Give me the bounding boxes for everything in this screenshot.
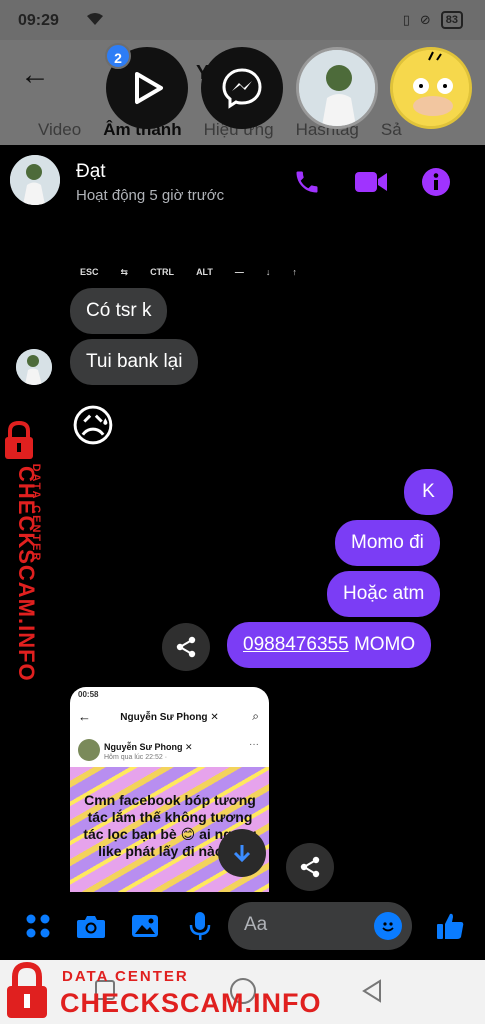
key-tab[interactable]: ⇆ bbox=[121, 267, 129, 278]
microphone-icon[interactable] bbox=[182, 908, 218, 944]
keyboard-shortcut-row: ESC ⇆ CTRL ALT — ↓ ↑ bbox=[80, 267, 319, 278]
key-alt[interactable]: ALT bbox=[196, 267, 213, 278]
status-icons: ▯ ⊘ 83 bbox=[403, 11, 463, 29]
contact-avatar[interactable] bbox=[10, 155, 60, 205]
contact-status: Hoạt động 5 giờ trước bbox=[76, 187, 225, 204]
scroll-to-bottom-button[interactable] bbox=[218, 829, 266, 877]
phone-number-link[interactable]: 0988476355 bbox=[243, 634, 349, 655]
watermark-small-text: DATA CENTER bbox=[62, 968, 189, 985]
apps-grid-icon[interactable] bbox=[20, 908, 56, 944]
message-composer: Aa bbox=[0, 898, 485, 956]
phone-call-icon[interactable] bbox=[290, 165, 324, 199]
chat-head-badge: 2 bbox=[105, 43, 131, 69]
message-input-placeholder: Aa bbox=[244, 914, 268, 935]
contact-name[interactable]: Đạt bbox=[76, 161, 106, 183]
key-ctrl[interactable]: CTRL bbox=[150, 267, 174, 278]
info-icon[interactable] bbox=[419, 165, 453, 199]
chat-head-duck-avatar[interactable] bbox=[390, 47, 472, 129]
outgoing-message[interactable]: K bbox=[404, 469, 453, 515]
key-dash[interactable]: — bbox=[235, 267, 244, 278]
messenger-icon bbox=[222, 68, 262, 109]
image-more-icon: ··· bbox=[249, 739, 259, 750]
image-status-time: 00:58 bbox=[78, 690, 99, 699]
outgoing-message[interactable]: Hoặc atm bbox=[327, 571, 441, 617]
share-button[interactable] bbox=[162, 623, 210, 671]
emoji-icon[interactable] bbox=[374, 912, 402, 940]
gallery-icon[interactable] bbox=[127, 908, 163, 944]
image-page-title: Nguyễn Sư Phong ✕ bbox=[120, 712, 219, 723]
image-poster-avatar bbox=[78, 739, 100, 761]
key-up[interactable]: ↑ bbox=[292, 267, 297, 278]
back-arrow-icon[interactable]: ← bbox=[20, 58, 50, 92]
share-icon bbox=[176, 636, 196, 658]
share-icon bbox=[300, 856, 320, 878]
image-post-time: Hôm qua lúc 22:52 · bbox=[104, 754, 168, 761]
tab-video[interactable]: Video bbox=[38, 120, 81, 140]
chat-head-contact-avatar[interactable] bbox=[296, 47, 378, 129]
key-down[interactable]: ↓ bbox=[266, 267, 271, 278]
vibrate-icon: ▯ bbox=[402, 12, 410, 27]
watermark-big-text: CHECKSCAM.INFO bbox=[14, 466, 39, 682]
camera-icon[interactable] bbox=[73, 908, 109, 944]
incoming-emoji-message[interactable]: 😥 bbox=[70, 401, 116, 453]
incoming-message[interactable]: Tui bank lại bbox=[70, 339, 199, 385]
tab-more[interactable]: Sả bbox=[381, 120, 402, 140]
incoming-message[interactable]: Có tsr k bbox=[70, 288, 168, 334]
status-bar: 09:29 ▯ ⊘ 83 bbox=[0, 0, 485, 40]
image-search-icon: ⌕ bbox=[252, 709, 259, 723]
key-esc[interactable]: ESC bbox=[80, 267, 99, 278]
outgoing-message[interactable]: Momo đi bbox=[335, 520, 440, 566]
contact-avatar-image bbox=[10, 155, 60, 205]
chat-header: Đạt Hoạt động 5 giờ trước bbox=[0, 145, 485, 217]
chat-head-messenger[interactable] bbox=[201, 47, 283, 129]
wifi-icon bbox=[86, 12, 104, 29]
message-sender-avatar[interactable] bbox=[16, 349, 52, 385]
image-poster-name: Nguyễn Sư Phong ✕ bbox=[104, 742, 193, 752]
play-icon bbox=[135, 72, 163, 104]
sender-avatar-image bbox=[16, 349, 52, 385]
message-input[interactable]: Aa bbox=[228, 902, 412, 950]
thumbs-up-icon[interactable] bbox=[432, 908, 468, 944]
share-button[interactable] bbox=[286, 843, 334, 891]
phone-message-suffix: MOMO bbox=[348, 634, 416, 655]
video-call-icon[interactable] bbox=[354, 165, 388, 199]
arrow-down-icon bbox=[233, 845, 251, 863]
watermark-big-text: CHECKSCAM.INFO bbox=[60, 988, 322, 1018]
battery-indicator: 83 bbox=[440, 11, 463, 29]
outgoing-phone-message[interactable]: 0988476355 MOMO bbox=[227, 622, 432, 668]
back-triangle-icon[interactable] bbox=[360, 978, 384, 1004]
chat-window: Đạt Hoạt động 5 giờ trước ESC ⇆ CTRL ALT… bbox=[0, 145, 485, 960]
signal-icon: ⊘ bbox=[419, 12, 431, 27]
watermark-lock-icon bbox=[7, 962, 47, 1018]
status-time: 09:29 bbox=[18, 12, 59, 29]
